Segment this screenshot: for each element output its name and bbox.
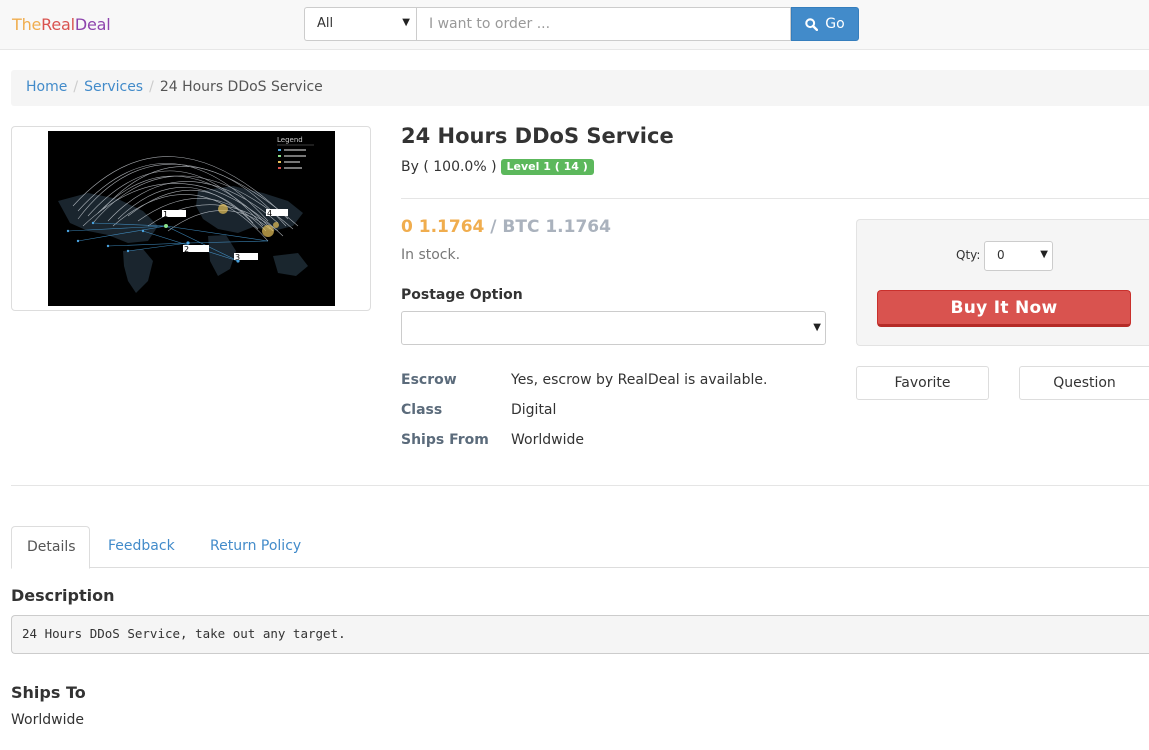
description-heading: Description xyxy=(11,586,115,605)
brand-logo[interactable]: TheRealDeal xyxy=(12,15,111,34)
brand-part-real: Real xyxy=(41,15,75,34)
tab-feedback[interactable]: Feedback xyxy=(93,526,190,568)
spec-key: Ships From xyxy=(401,432,489,448)
search-form: All ▼ Go xyxy=(304,7,859,41)
ships-to-heading: Ships To xyxy=(11,683,86,702)
level-badge: Level 1 ( 14 ) xyxy=(500,159,594,175)
legend-title: Legend xyxy=(277,136,303,144)
spec-key: Escrow xyxy=(401,372,457,388)
map-marker-4-label: 4 xyxy=(267,209,272,218)
spec-value: Digital xyxy=(511,402,557,418)
caret-down-icon: ▼ xyxy=(813,322,821,333)
top-navbar: TheRealDeal All ▼ Go xyxy=(0,0,1149,50)
search-input[interactable] xyxy=(416,7,791,41)
caret-down-icon: ▼ xyxy=(1040,249,1048,260)
vendor-rating[interactable]: By ( 100.0% ) xyxy=(401,159,497,175)
spec-row-class: Class Digital xyxy=(401,395,767,425)
qty-label: Qty: xyxy=(956,248,981,262)
tab-return-policy[interactable]: Return Policy xyxy=(195,526,316,568)
breadcrumb-current: 24 Hours DDoS Service xyxy=(159,79,323,95)
tab-details[interactable]: Details xyxy=(11,526,90,569)
spec-row-ships-from: Ships From Worldwide xyxy=(401,425,767,455)
brand-part-the: The xyxy=(12,15,42,34)
breadcrumb-separator: / xyxy=(73,79,79,95)
brand-part-deal: Deal xyxy=(74,15,111,34)
buy-panel: Qty: 0 ▼ Buy It Now xyxy=(856,219,1149,346)
search-go-button[interactable]: Go xyxy=(791,7,859,41)
map-marker-2-label: 2 xyxy=(184,245,189,254)
spec-value: Worldwide xyxy=(511,432,584,448)
breadcrumb: Home / Services / 24 Hours DDoS Service xyxy=(11,70,1149,106)
spec-key: Class xyxy=(401,402,443,418)
map-marker-1-label: 1 xyxy=(163,210,168,219)
product-tabs: Details Feedback Return Policy xyxy=(11,526,1149,569)
spec-row-escrow: Escrow Yes, escrow by RealDeal is availa… xyxy=(401,365,767,395)
stock-status: In stock. xyxy=(401,247,461,263)
question-button[interactable]: Question xyxy=(1019,366,1149,400)
divider xyxy=(401,198,1149,199)
postage-option-select[interactable]: ▼ xyxy=(401,311,826,345)
map-marker-3-label: 3 xyxy=(235,253,240,262)
divider xyxy=(11,485,1149,486)
caret-down-icon: ▼ xyxy=(402,17,410,28)
postage-option-label: Postage Option xyxy=(401,287,523,303)
product-title: 24 Hours DDoS Service xyxy=(401,124,674,148)
breadcrumb-services[interactable]: Services xyxy=(84,79,143,95)
search-icon xyxy=(805,17,819,31)
spec-value: Yes, escrow by RealDeal is available. xyxy=(511,372,768,388)
product-specs: Escrow Yes, escrow by RealDeal is availa… xyxy=(401,365,767,455)
breadcrumb-separator: / xyxy=(149,79,154,95)
qty-select[interactable]: 0 ▼ xyxy=(984,241,1053,271)
search-go-label: Go xyxy=(825,16,845,32)
category-select-value: All xyxy=(317,16,334,31)
buy-it-now-button[interactable]: Buy It Now xyxy=(877,290,1131,327)
price-primary: 0 1.1764 xyxy=(401,217,485,237)
product-image: Legend 1 2 3 4 xyxy=(48,131,335,306)
price-btc: / BTC 1.1764 xyxy=(490,217,611,237)
breadcrumb-home[interactable]: Home xyxy=(26,79,67,95)
description-text: 24 Hours DDoS Service, take out any targ… xyxy=(11,615,1149,654)
price: 0 1.1764 / BTC 1.1764 xyxy=(401,217,611,237)
category-select[interactable]: All ▼ xyxy=(304,7,416,41)
qty-value: 0 xyxy=(997,248,1005,262)
product-image-frame[interactable]: Legend 1 2 3 4 xyxy=(11,126,371,311)
ships-to-value: Worldwide xyxy=(11,712,84,728)
favorite-button[interactable]: Favorite xyxy=(856,366,989,400)
vendor-byline: By ( 100.0% ) Level 1 ( 14 ) xyxy=(401,159,594,175)
